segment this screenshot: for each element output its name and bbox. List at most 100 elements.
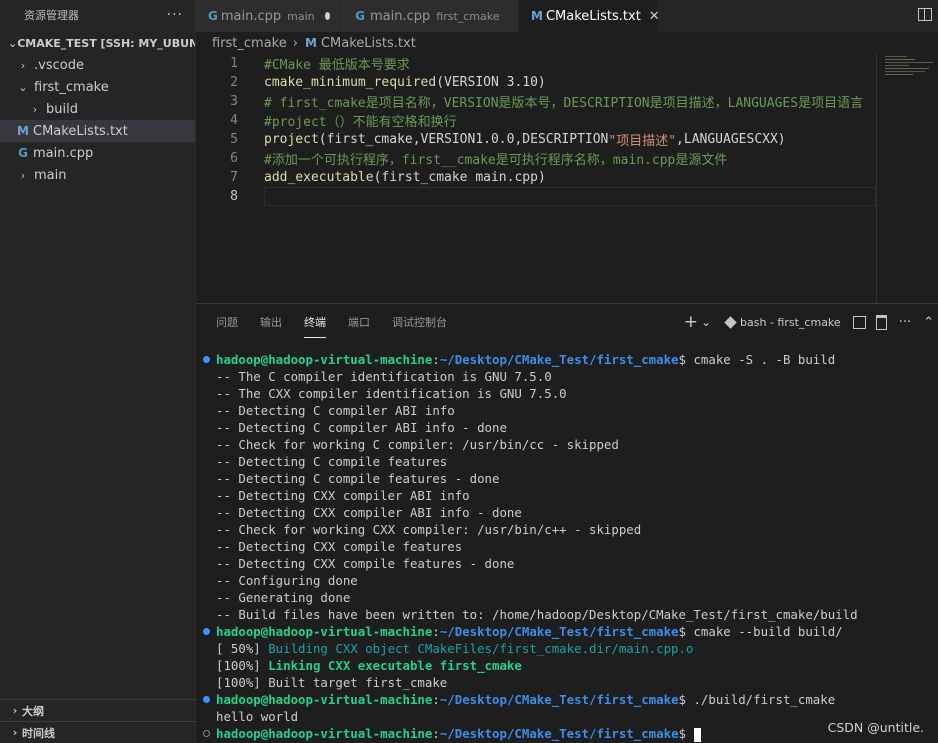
trash-icon[interactable] [875, 314, 887, 330]
breadcrumb-file[interactable]: CMakeLists.txt [321, 36, 416, 51]
timeline-section[interactable]: › 时间线 [0, 721, 196, 743]
tree-item-label: CMakeLists.txt [33, 123, 128, 139]
code-token: project [264, 132, 319, 147]
code-token: "项目描述" [608, 134, 677, 149]
tree-item-label: main.cpp [33, 145, 94, 161]
close-icon[interactable]: ✕ [649, 9, 660, 24]
tab-output[interactable]: 输出 [260, 310, 282, 334]
command-status-icon[interactable] [203, 628, 210, 635]
prompt-path: ~/Desktop/CMake_Test/first_cmake [439, 726, 679, 741]
terminal-cursor [694, 727, 701, 742]
cmake-file-icon: M [304, 36, 317, 50]
tab-cmakelists[interactable]: M CMakeLists.txt ✕ [519, 0, 660, 32]
code-token: #project（）不能有空格和换行 [264, 115, 457, 130]
build-step-text: Linking CXX executable first_cmake [268, 658, 522, 673]
code-editor[interactable]: 1 #CMake 最低版本号要求 2 cmake_minimum_required (V… [196, 54, 938, 303]
tab-label: CMakeLists.txt [545, 8, 641, 24]
tab-main-cpp-first-cmake[interactable]: G main.cpp first_cmake [341, 0, 519, 32]
terminal-line: [100%] Linking CXX executable first_cmak… [196, 657, 938, 674]
prompt-path: ~/Desktop/CMake_Test/first_cmake [439, 624, 679, 639]
terminal-line: -- Detecting C compiler ABI info - done [216, 420, 507, 435]
tab-ports[interactable]: 端口 [348, 310, 370, 334]
command-text: $ cmake --build build/ [678, 624, 843, 639]
prompt-sep: : [432, 352, 440, 367]
cpp-file-icon: G [355, 9, 365, 23]
terminal-line: -- Generating done [216, 590, 351, 605]
terminal-line: -- Detecting CXX compiler ABI info - don… [216, 505, 522, 520]
file-tree: › .vscode ⌄ first_cmake › build M CMakeLists.tx… [0, 54, 195, 186]
tab-label: main.cpp [220, 8, 282, 24]
watermark: CSDN @untitle. [827, 720, 924, 735]
tree-item[interactable]: Gmain.cpp [0, 142, 195, 164]
code-token: (VERSION 3.10) [436, 75, 546, 90]
tree-item-label: build [46, 101, 78, 117]
prompt-sep: : [432, 726, 440, 741]
tree-item[interactable]: ⌄ first_cmake [0, 76, 195, 98]
code-line: 2 cmake_minimum_required (VERSION 3.10) [196, 73, 546, 92]
tree-item[interactable]: › .vscode [0, 54, 195, 76]
code-token: ,LANGUAGESCXX) [676, 132, 786, 147]
cpp-file-icon: G [18, 146, 28, 160]
terminal-line: [100%] Built target first_cmake [216, 675, 448, 690]
unsaved-dot-icon[interactable] [324, 12, 330, 20]
tree-item[interactable]: › main [0, 164, 195, 186]
terminal-line: -- Configuring done [216, 573, 358, 588]
code-line: 1 #CMake 最低版本号要求 [196, 54, 410, 73]
cmake-file-icon: M [17, 124, 29, 138]
terminal-line: -- The C compiler identification is GNU … [216, 369, 552, 384]
line-number: 5 [230, 132, 238, 147]
outline-label: 大纲 [22, 704, 44, 718]
tree-item[interactable]: › build [0, 98, 195, 120]
terminal-line: -- Detecting CXX compiler ABI info [216, 488, 470, 503]
build-progress: [100%] [216, 658, 269, 673]
chevron-up-icon[interactable]: ⌃ [923, 315, 934, 330]
build-progress: [ 50%] [216, 641, 269, 656]
terminal-line: -- Check for working C compiler: /usr/bi… [216, 437, 619, 452]
bottom-panel: 问题 输出 终端 端口 调试控制台 + ⌄ bash - first_cmake… [196, 303, 938, 743]
tree-item-label: first_cmake [34, 79, 109, 95]
command-status-icon[interactable] [203, 356, 210, 363]
tab-description: main [287, 9, 315, 23]
chevron-down-icon: ⌄ [8, 36, 18, 50]
tree-item-label: .vscode [34, 57, 84, 73]
code-line: 6 #添加一个可执行程序，first__cmake是可执行程序名称，main.cp… [196, 149, 727, 168]
split-editor-icon[interactable] [918, 8, 932, 21]
explorer-title: 资源管理器 [24, 9, 79, 22]
terminal-shell-label[interactable]: bash - first_cmake [740, 316, 841, 329]
terminal-line: -- Detecting CXX compile features [216, 539, 463, 554]
code-line: 8 [196, 187, 264, 206]
workspace-root-label: CMAKE_TEST [SSH: MY_UBUNTU] [17, 36, 195, 50]
prompt-user: hadoop@hadoop-virtual-machine [216, 624, 433, 639]
minimap[interactable] [876, 54, 938, 303]
terminal-line: -- Detecting C compile features - done [216, 471, 500, 486]
split-terminal-icon[interactable] [852, 315, 866, 329]
tab-terminal[interactable]: 终端 [304, 310, 326, 338]
code-token: # first_cmake是项目名称，VERSION是版本号，DESCRIPTI… [264, 96, 864, 111]
terminal-line: hadoop@hadoop-virtual-machine:~/Desktop/… [196, 351, 938, 368]
prompt-sep: : [432, 692, 440, 707]
more-actions-icon[interactable]: ··· [899, 315, 911, 330]
explorer-more-icon[interactable]: ··· [167, 7, 183, 23]
code-token: #CMake 最低版本号要求 [264, 58, 410, 73]
prompt-user: hadoop@hadoop-virtual-machine [216, 352, 433, 367]
chevron-right-icon: › [12, 726, 18, 739]
chevron-down-icon[interactable]: ⌄ [701, 315, 711, 329]
tab-problems[interactable]: 问题 [216, 310, 238, 334]
workspace-root[interactable]: ⌄ CMAKE_TEST [SSH: MY_UBUNTU] [0, 32, 195, 54]
terminal-profile-icon [724, 315, 737, 329]
tab-debug-console[interactable]: 调试控制台 [392, 310, 447, 334]
cmake-file-icon: M [531, 9, 543, 23]
breadcrumb-folder[interactable]: first_cmake [212, 36, 287, 51]
command-status-icon[interactable] [203, 696, 210, 703]
tree-item[interactable]: M CMakeLists.txt [0, 120, 195, 142]
current-line-highlight [264, 187, 876, 206]
code-line: 7 add_executable (first_cmake main.cpp) [196, 168, 546, 187]
terminal-output[interactable]: hadoop@hadoop-virtual-machine:~/Desktop/… [196, 351, 938, 742]
outline-section[interactable]: › 大纲 [0, 699, 196, 721]
chevron-down-icon: ⌄ [18, 80, 28, 94]
add-terminal-icon[interactable]: + [684, 312, 698, 332]
line-number: 4 [230, 113, 238, 128]
command-status-icon[interactable] [203, 730, 210, 737]
terminal-line: -- Detecting C compile features [216, 454, 448, 469]
tab-main-cpp-main[interactable]: G main.cpp main [196, 0, 341, 32]
